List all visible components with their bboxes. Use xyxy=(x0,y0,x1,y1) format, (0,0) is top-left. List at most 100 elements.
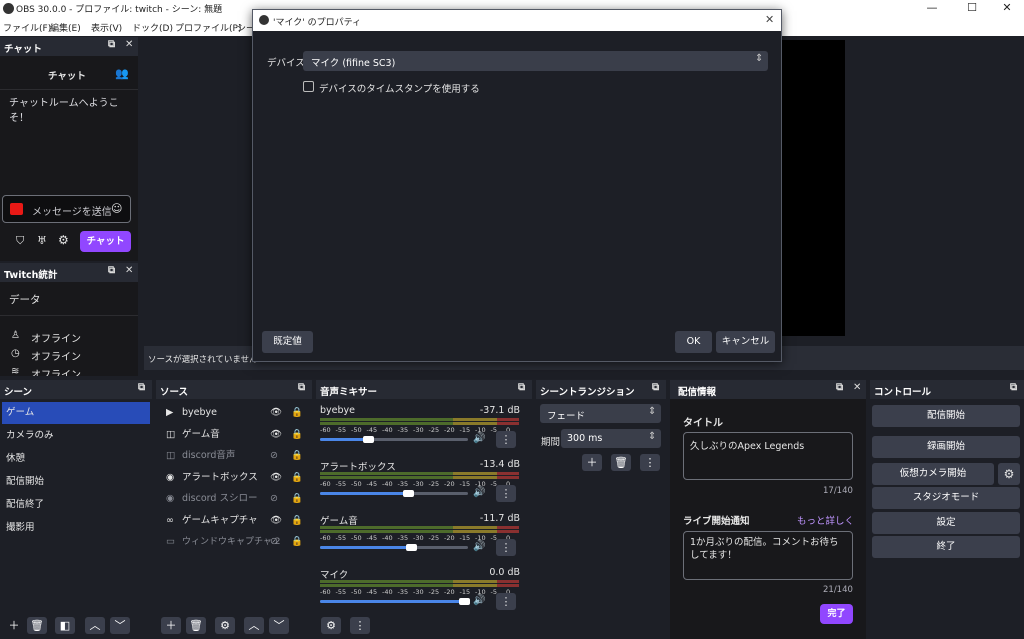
exit-button[interactable]: 終了 xyxy=(872,536,1020,558)
undock-icon[interactable]: ⧉ xyxy=(108,265,115,276)
chat-send-button[interactable]: チャット xyxy=(80,231,131,252)
lock-icon[interactable]: 🔒 xyxy=(291,424,303,446)
undock-icon[interactable]: ⧉ xyxy=(298,382,305,393)
undock-icon[interactable]: ⧉ xyxy=(518,382,525,393)
lock-icon[interactable]: 🔒 xyxy=(291,510,303,532)
volume-slider[interactable] xyxy=(320,436,468,443)
start-virtual-camera-button[interactable]: 仮想カメラ開始 xyxy=(872,463,994,485)
add-icon[interactable]: ＋ xyxy=(582,454,602,471)
channel-menu-icon[interactable]: ⋮ xyxy=(496,485,516,502)
trash-icon[interactable]: 🗑 xyxy=(186,617,206,634)
eye-hidden-icon[interactable]: ⊘ xyxy=(270,445,278,467)
speaker-icon[interactable]: 🔊 xyxy=(473,433,485,444)
close-dock-icon[interactable]: ✕ xyxy=(125,39,133,50)
undock-icon[interactable]: ⧉ xyxy=(138,382,145,393)
scene-item-selected[interactable]: ゲーム xyxy=(2,402,150,424)
close-icon[interactable]: ✕ xyxy=(990,0,1024,17)
title-input[interactable]: 久しぶりのApex Legends xyxy=(683,432,853,480)
speaker-icon[interactable]: 🔊 xyxy=(473,595,485,606)
settings-icon[interactable]: ⚙ xyxy=(58,233,69,247)
more-icon[interactable]: ⋮ xyxy=(350,617,370,634)
studio-mode-button[interactable]: スタジオモード xyxy=(872,487,1020,509)
volume-slider[interactable] xyxy=(320,598,470,605)
start-recording-button[interactable]: 録画開始 xyxy=(872,436,1020,458)
source-item[interactable]: ◫ ゲーム音 👁 🔒 xyxy=(158,424,308,446)
channel-menu-icon[interactable]: ⋮ xyxy=(496,431,516,448)
notice-input[interactable]: 1か月ぶりの配信。コメントお待ちしてます！ xyxy=(683,531,853,580)
source-item[interactable]: ◉ アラートボックス 👁 🔒 xyxy=(158,467,308,489)
add-icon[interactable]: ＋ xyxy=(4,617,24,634)
eye-hidden-icon[interactable]: ⊘ xyxy=(270,531,278,553)
undock-icon[interactable]: ⧉ xyxy=(652,382,659,393)
source-item[interactable]: ◉ discord スシロー ⊘ 🔒 xyxy=(158,488,308,510)
menu-file[interactable]: ファイル(F) xyxy=(3,21,51,34)
source-item[interactable]: ▭ ウィンドウキャプチャ 2 ⊘ 🔒 xyxy=(158,531,308,553)
add-icon[interactable]: ＋ xyxy=(161,617,181,634)
channel-menu-icon[interactable]: ⋮ xyxy=(496,593,516,610)
eye-icon[interactable]: 👁 xyxy=(270,402,282,424)
ok-button[interactable]: OK xyxy=(675,331,712,353)
scene-item[interactable]: 撮影用 xyxy=(2,517,150,539)
dialog-close-icon[interactable]: ✕ xyxy=(765,13,774,26)
menu-edit[interactable]: 編集(E) xyxy=(50,21,81,34)
shield-icon[interactable]: ⛉ xyxy=(16,234,24,248)
eye-hidden-icon[interactable]: ⊘ xyxy=(270,488,278,510)
users-icon[interactable]: 👥 xyxy=(115,67,129,80)
duration-input[interactable]: 300 ms ⇕ xyxy=(561,429,661,448)
device-select[interactable]: マイク (fifine SC3) ⇕ xyxy=(303,51,768,71)
eye-icon[interactable]: 👁 xyxy=(270,424,282,446)
lock-icon[interactable]: 🔒 xyxy=(291,445,303,467)
channel-menu-icon[interactable]: ⋮ xyxy=(496,539,516,556)
chat-input[interactable]: メッセージを送信 ☺ xyxy=(2,195,131,223)
volume-slider[interactable] xyxy=(320,490,468,497)
emote-icon[interactable]: ☺ xyxy=(111,202,122,215)
trash-icon[interactable]: 🗑 xyxy=(27,617,47,634)
minimize-icon[interactable]: — xyxy=(915,0,949,17)
start-streaming-button[interactable]: 配信開始 xyxy=(872,405,1020,427)
scene-item[interactable]: 休憩 xyxy=(2,448,150,470)
done-button[interactable]: 完了 xyxy=(820,604,853,624)
menu-view[interactable]: 表示(V) xyxy=(91,21,122,34)
timestamp-checkbox[interactable] xyxy=(303,81,314,92)
chevron-up-icon[interactable]: ︿ xyxy=(85,617,105,634)
preview-canvas[interactable] xyxy=(782,40,845,336)
scene-item[interactable]: 配信開始 xyxy=(2,471,150,493)
lock-icon[interactable]: 🔒 xyxy=(291,488,303,510)
trophy-icon[interactable]: ♅ xyxy=(37,234,47,247)
chevron-down-icon[interactable]: ﹀ xyxy=(269,617,289,634)
scene-item[interactable]: カメラのみ xyxy=(2,425,150,447)
gear-icon[interactable]: ⚙ xyxy=(215,617,235,634)
lock-icon[interactable]: 🔒 xyxy=(291,467,303,489)
menu-dock[interactable]: ドック(D) xyxy=(132,21,173,34)
close-dock-icon[interactable]: ✕ xyxy=(853,382,861,393)
speaker-icon[interactable]: 🔊 xyxy=(473,541,485,552)
speaker-icon[interactable]: 🔊 xyxy=(473,487,485,498)
lock-icon[interactable]: 🔒 xyxy=(291,402,303,424)
undock-icon[interactable]: ⧉ xyxy=(836,382,843,393)
lock-icon[interactable]: 🔒 xyxy=(291,531,303,553)
scene-item[interactable]: 配信終了 xyxy=(2,494,150,516)
defaults-button[interactable]: 既定値 xyxy=(262,331,313,353)
volume-slider[interactable] xyxy=(320,544,468,551)
menu-profile[interactable]: プロファイル(P) xyxy=(175,21,241,34)
trash-icon[interactable]: 🗑 xyxy=(611,454,631,471)
filter-icon[interactable]: ◧ xyxy=(55,617,75,634)
eye-icon[interactable]: 👁 xyxy=(270,467,282,489)
cancel-button[interactable]: キャンセル xyxy=(716,331,775,353)
eye-icon[interactable]: 👁 xyxy=(270,510,282,532)
source-item[interactable]: ∞ ゲームキャプチャ 👁 🔒 xyxy=(158,510,308,532)
close-dock-icon[interactable]: ✕ xyxy=(125,265,133,276)
undock-icon[interactable]: ⧉ xyxy=(108,39,115,50)
chevron-down-icon[interactable]: ﹀ xyxy=(110,617,130,634)
learn-more-link[interactable]: もっと詳しく xyxy=(797,513,854,527)
advanced-audio-icon[interactable]: ⚙ xyxy=(321,617,341,634)
source-item[interactable]: ◫ discord音声 ⊘ 🔒 xyxy=(158,445,308,467)
undock-icon[interactable]: ⧉ xyxy=(1010,382,1017,393)
chevron-up-icon[interactable]: ︿ xyxy=(244,617,264,634)
transition-type-select[interactable]: フェード ⇕ xyxy=(540,404,661,423)
settings-button[interactable]: 設定 xyxy=(872,512,1020,534)
maximize-icon[interactable]: ☐ xyxy=(955,0,989,17)
source-item[interactable]: ▶ byebye 👁 🔒 xyxy=(158,402,308,424)
more-icon[interactable]: ⋮ xyxy=(640,454,660,471)
virtual-camera-settings-icon[interactable]: ⚙ xyxy=(998,463,1020,485)
